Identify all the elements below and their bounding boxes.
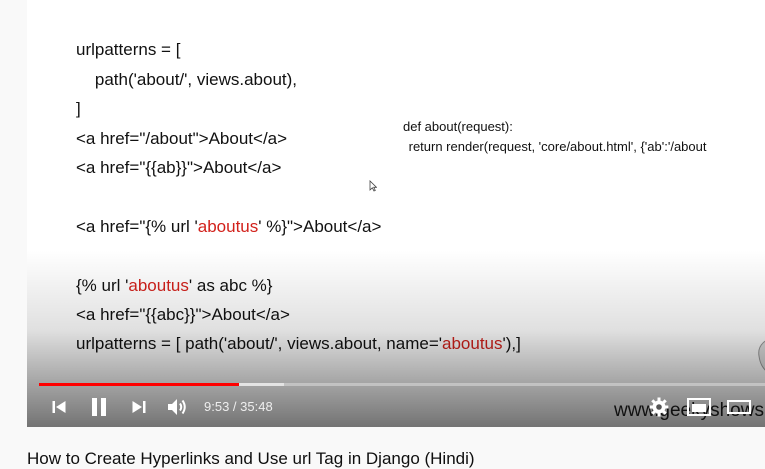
code-text: {% url ' xyxy=(76,276,129,295)
settings-icon xyxy=(649,397,669,417)
side-code-line: return render(request, 'core/about.html'… xyxy=(405,139,707,154)
code-highlight: aboutus xyxy=(442,334,503,353)
settings-button[interactable] xyxy=(647,394,671,420)
pause-button[interactable] xyxy=(86,394,112,420)
side-code-line: def about(request): xyxy=(403,119,513,134)
previous-button[interactable] xyxy=(46,394,72,420)
code-line: urlpatterns = [ path('about/', views.abo… xyxy=(76,334,521,354)
code-highlight: aboutus xyxy=(197,217,259,236)
code-text: ' %}">About</a> xyxy=(258,217,382,236)
video-title[interactable]: How to Create Hyperlinks and Use url Tag… xyxy=(27,449,475,469)
next-icon xyxy=(132,401,146,413)
code-text: '),] xyxy=(502,334,521,353)
volume-icon xyxy=(168,399,186,415)
theater-mode-button[interactable] xyxy=(725,394,753,420)
code-text: <a href="{% url ' xyxy=(76,217,198,236)
next-button[interactable] xyxy=(126,394,152,420)
logo-icon xyxy=(758,340,765,371)
video-player[interactable]: urlpatterns = [ path('about/', views.abo… xyxy=(27,0,765,427)
code-text: ' as abc %} xyxy=(188,276,273,295)
time-display: 9:53 / 35:48 xyxy=(204,399,273,414)
progress-played xyxy=(39,383,240,386)
miniplayer-icon xyxy=(687,398,711,416)
video-frame: urlpatterns = [ path('about/', views.abo… xyxy=(27,0,765,427)
code-line: path('about/', views.about), xyxy=(76,70,297,89)
code-line: {% url 'aboutus' as abc %} xyxy=(76,276,272,296)
pause-icon xyxy=(92,398,106,416)
miniplayer-button[interactable] xyxy=(685,394,713,420)
code-line: urlpatterns = [ xyxy=(76,40,181,59)
previous-icon xyxy=(52,401,66,413)
code-line: <a href="/about">About</a> xyxy=(76,129,288,148)
code-line: <a href="{{abc}}">About</a> xyxy=(76,305,290,324)
progress-bar[interactable] xyxy=(39,383,765,386)
volume-button[interactable] xyxy=(164,394,192,420)
mouse-cursor-icon xyxy=(369,180,377,192)
code-line: ] xyxy=(76,99,81,118)
code-line: <a href="{{ab}}">About</a> xyxy=(76,158,282,177)
code-line: <a href="{% url 'aboutus' %}">About</a> xyxy=(76,217,381,237)
code-highlight: aboutus xyxy=(128,276,189,295)
theater-icon xyxy=(727,400,751,414)
code-text: urlpatterns = [ path('about/', views.abo… xyxy=(76,334,443,353)
